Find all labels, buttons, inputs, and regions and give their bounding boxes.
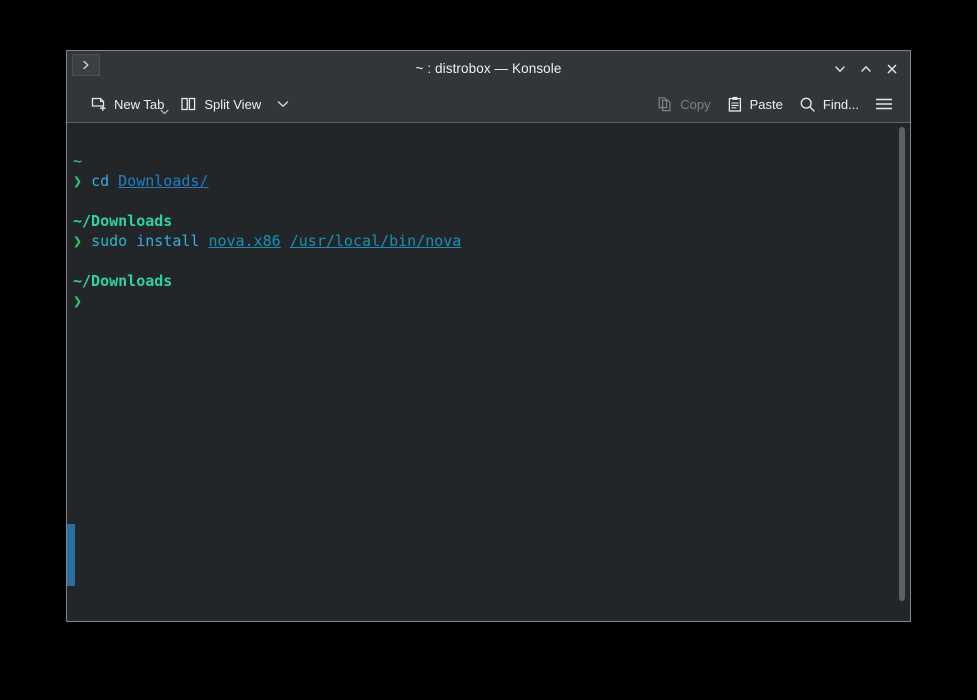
chevron-down-icon xyxy=(276,97,290,112)
terminal-link[interactable]: Downloads/ xyxy=(118,172,208,190)
terminal-area[interactable]: ~ ❯ cd Downloads/~/Downloads ❯ sudo instal… xyxy=(67,123,910,621)
terminal-line-path: ~/Downloads xyxy=(73,211,910,231)
new-tab-button[interactable]: New Tab xyxy=(83,90,171,118)
terminal-text: install xyxy=(136,232,200,250)
new-tab-icon xyxy=(90,96,107,113)
split-view-dropdown[interactable] xyxy=(270,90,296,118)
split-view-icon xyxy=(180,96,197,112)
window-titlebar[interactable]: ~ : distrobox — Konsole xyxy=(67,51,910,86)
new-tab-label: New Tab xyxy=(114,96,165,112)
terminal-text: ~/Downloads xyxy=(73,272,173,290)
terminal-scrollbar[interactable] xyxy=(894,123,910,621)
main-toolbar: New Tab Split View Copy Paste Find... xyxy=(67,86,910,122)
main-menu-button[interactable] xyxy=(868,90,900,118)
terminal-text: sudo xyxy=(91,232,128,250)
copy-icon xyxy=(657,96,673,113)
konsole-window: ~ : distrobox — Konsole New Tab Split Vi… xyxy=(66,50,911,622)
paste-button[interactable]: Paste xyxy=(720,90,790,118)
find-label: Find... xyxy=(822,96,859,112)
split-view-button[interactable]: Split View xyxy=(173,90,268,118)
selection-marker xyxy=(67,524,75,586)
new-tab-chevron-down-icon[interactable] xyxy=(159,104,170,119)
hamburger-menu-icon xyxy=(874,96,894,112)
terminal-tab[interactable] xyxy=(72,54,100,76)
paste-icon xyxy=(727,96,743,113)
terminal-text: cd xyxy=(91,172,110,190)
chevron-right-icon xyxy=(80,59,92,71)
toolbar-left-group: New Tab Split View xyxy=(83,90,296,118)
tab-strip xyxy=(72,54,100,76)
window-title: ~ : distrobox — Konsole xyxy=(415,61,562,76)
paste-label: Paste xyxy=(749,96,783,112)
copy-button[interactable]: Copy xyxy=(650,90,717,118)
copy-label: Copy xyxy=(680,96,711,112)
terminal-link[interactable]: /usr/local/bin/nova xyxy=(290,232,462,250)
search-icon xyxy=(799,96,816,113)
terminal-line-command: ❯ sudo install nova.x86 /usr/local/bin/n… xyxy=(73,231,910,251)
terminal-text: ~ xyxy=(73,152,83,170)
window-controls xyxy=(828,51,904,86)
split-view-label: Split View xyxy=(204,96,262,112)
terminal-text: ❯ xyxy=(73,232,83,250)
minimize-button[interactable] xyxy=(828,57,852,81)
close-icon xyxy=(885,62,899,76)
terminal-line-path: ~ xyxy=(73,151,910,171)
terminal-line-command: ❯ xyxy=(73,291,910,311)
terminal-output[interactable]: ~ ❯ cd Downloads/~/Downloads ❯ sudo instal… xyxy=(67,123,910,621)
terminal-line-command: ❯ cd Downloads/ xyxy=(73,171,910,191)
terminal-link[interactable]: nova.x86 xyxy=(208,232,280,250)
toolbar-right-group: Copy Paste Find... xyxy=(650,90,900,118)
terminal-line-path: ~/Downloads xyxy=(73,271,910,291)
terminal-text: ❯ xyxy=(73,172,83,190)
scrollbar-thumb[interactable] xyxy=(899,127,905,601)
terminal-text: ~/Downloads xyxy=(73,212,173,230)
maximize-button[interactable] xyxy=(854,57,878,81)
find-button[interactable]: Find... xyxy=(792,90,866,118)
maximize-icon xyxy=(859,62,873,76)
terminal-text: ❯ xyxy=(73,292,83,310)
close-button[interactable] xyxy=(880,57,904,81)
minimize-icon xyxy=(833,62,847,76)
